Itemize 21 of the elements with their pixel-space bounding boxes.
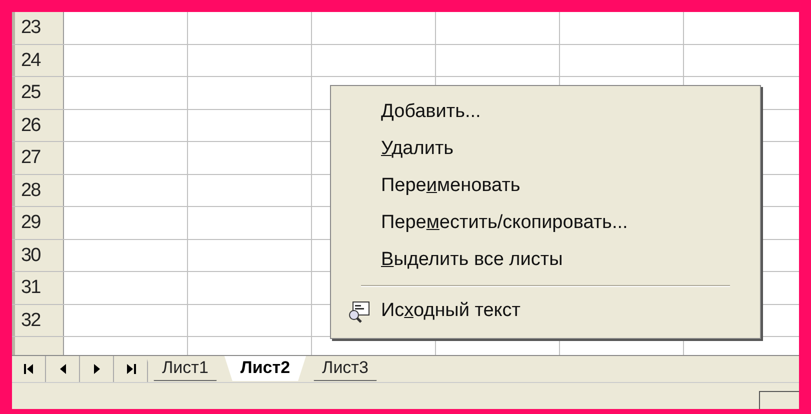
row-header[interactable]: 32	[12, 304, 64, 336]
view-code-icon	[347, 300, 371, 324]
first-icon	[22, 363, 34, 375]
row-header[interactable]: 25	[12, 77, 64, 108]
row-header[interactable]: 27	[12, 142, 64, 174]
last-icon	[124, 363, 136, 375]
menu-item[interactable]: Выделить все листы	[381, 246, 563, 275]
row-header[interactable]: 30	[12, 240, 64, 271]
row-header[interactable]: 31	[12, 272, 64, 304]
sheet-tab[interactable]: Лист2	[224, 356, 306, 381]
menu-item[interactable]: Исходный текст	[381, 297, 521, 326]
menu-item[interactable]: Добавить...	[381, 98, 481, 127]
row-header[interactable]: 23	[12, 12, 64, 44]
status-panel	[759, 391, 799, 409]
menu-item[interactable]: Удалить	[381, 135, 454, 164]
row-header[interactable]: 29	[12, 207, 64, 238]
row-header[interactable]: 26	[12, 110, 64, 141]
row-header[interactable]: 24	[12, 44, 64, 76]
menu-item[interactable]: Переместить/скопировать...	[381, 209, 628, 238]
menu-item[interactable]: Переименовать	[381, 172, 520, 201]
row-header[interactable]: 28	[12, 174, 64, 206]
